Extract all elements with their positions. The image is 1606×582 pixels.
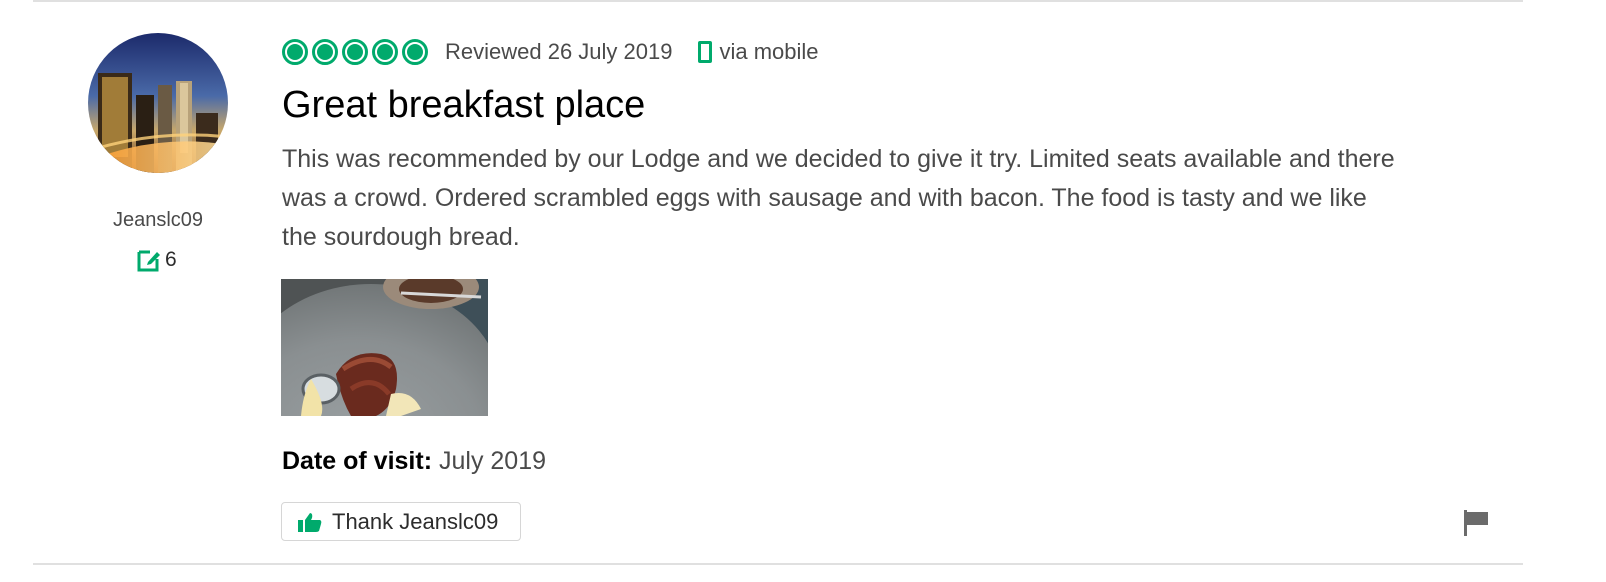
review-title[interactable]: Great breakfast place bbox=[282, 84, 645, 127]
date-of-visit-label: Date of visit: bbox=[282, 447, 433, 475]
review-date: Reviewed 26 July 2019 bbox=[445, 39, 673, 64]
report-flag-button[interactable] bbox=[1462, 508, 1490, 536]
bottom-divider bbox=[33, 563, 1523, 565]
via-mobile-label: via mobile bbox=[719, 39, 819, 64]
breakfast-photo-image bbox=[281, 279, 488, 416]
flag-icon bbox=[1464, 510, 1488, 536]
rating-bubble-fill bbox=[317, 44, 333, 60]
mobile-phone-icon bbox=[698, 41, 713, 63]
rating-bubble-fill bbox=[377, 44, 393, 60]
thumbs-up-icon bbox=[298, 512, 322, 532]
review-meta: Reviewed 26 July 2019 via mobile bbox=[282, 34, 819, 70]
bubble-rating bbox=[282, 39, 432, 65]
top-divider bbox=[33, 0, 1523, 2]
date-of-visit-value: July 2019 bbox=[438, 447, 547, 475]
avatar[interactable] bbox=[88, 33, 228, 173]
rating-bubble-icon bbox=[372, 39, 398, 65]
avatar-city-image bbox=[88, 33, 228, 173]
rating-bubble-icon bbox=[282, 39, 308, 65]
pencil-square-icon bbox=[137, 250, 160, 272]
rating-bubble-icon bbox=[312, 39, 338, 65]
rating-bubble-fill bbox=[287, 44, 303, 60]
thank-reviewer-button[interactable]: Thank Jeanslc09 bbox=[281, 502, 521, 541]
rating-bubble-icon bbox=[342, 39, 368, 65]
reviewer-username[interactable]: Jeanslc09 bbox=[78, 209, 238, 232]
thank-button-label: Thank Jeanslc09 bbox=[332, 508, 499, 534]
review-body: This was recommended by our Lodge and we… bbox=[282, 145, 1395, 251]
date-of-visit: Date of visit: July 2019 bbox=[282, 447, 546, 476]
rating-bubble-fill bbox=[347, 44, 363, 60]
contribution-number: 6 bbox=[165, 248, 177, 271]
rating-bubble-icon bbox=[402, 39, 428, 65]
review-photo[interactable] bbox=[281, 279, 488, 416]
contribution-count[interactable]: 6 bbox=[136, 246, 177, 274]
rating-bubble-fill bbox=[407, 44, 423, 60]
